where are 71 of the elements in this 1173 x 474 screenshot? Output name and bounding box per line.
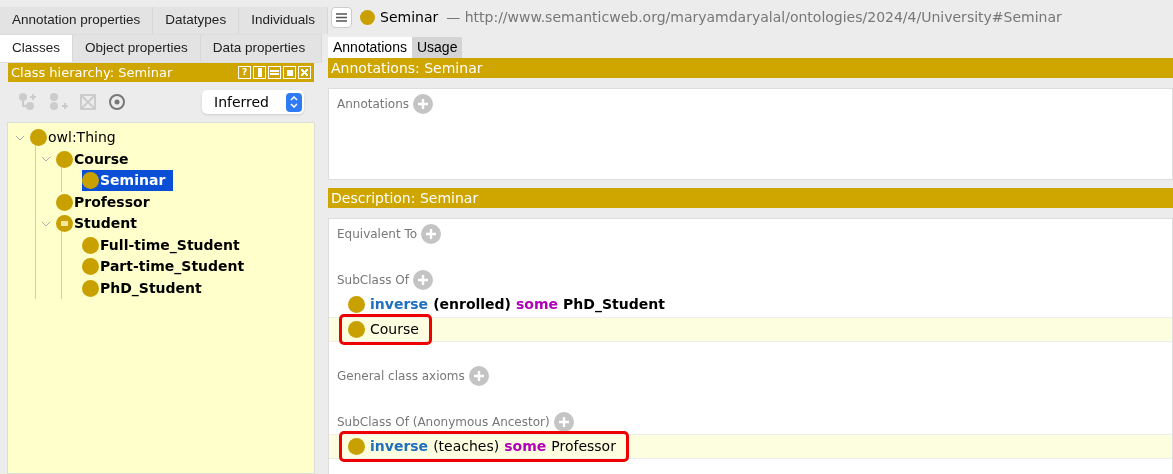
- defined-class-icon: [56, 215, 73, 233]
- tree-item[interactable]: owl:Thing: [30, 127, 124, 149]
- axiom-row[interactable]: Course: [329, 317, 1172, 342]
- tree-item[interactable]: Course: [56, 148, 137, 170]
- section-label: Annotations: [337, 96, 410, 113]
- expand-chevron-icon[interactable]: [41, 156, 51, 163]
- expression-token: PhD_Student: [563, 295, 665, 315]
- class-icon: [348, 438, 365, 455]
- class-icon: [348, 321, 365, 338]
- add-subclass-icon[interactable]: [18, 92, 38, 112]
- tree-item[interactable]: Student: [56, 213, 145, 235]
- entity-iri: — http://www.semanticweb.org/maryamdaryalal/ontologies/2024/4/University#Seminar: [446, 8, 1062, 27]
- axiom-row[interactable]: inverse (enrolled) some PhD_Student: [329, 292, 1172, 317]
- tree-item[interactable]: Full-time_Student: [82, 234, 248, 256]
- expand-chevron-icon[interactable]: [15, 134, 25, 141]
- add-sibling-icon[interactable]: [48, 92, 68, 112]
- class-icon: [82, 236, 99, 254]
- view-button[interactable]: [298, 66, 311, 79]
- expression-token: Course: [370, 320, 419, 339]
- expression-token: some: [516, 295, 559, 314]
- plus-icon: [472, 370, 485, 382]
- tree-item[interactable]: PhD_Student: [82, 277, 210, 299]
- expression-token: Professor: [551, 437, 616, 456]
- class-icon: [360, 10, 375, 25]
- tab[interactable]: Individuals: [239, 7, 328, 34]
- add-button[interactable]: [553, 412, 574, 432]
- panel-title: Annotations: Seminar: [331, 58, 483, 78]
- class-icon: [82, 279, 99, 297]
- tab[interactable]: Classes: [0, 35, 73, 62]
- stepper-icon: [286, 92, 302, 112]
- class-icon: [348, 296, 365, 313]
- section-label: General class axioms: [337, 368, 465, 385]
- class-icon: [82, 258, 99, 276]
- view-button[interactable]: [268, 66, 281, 79]
- view-button[interactable]: [253, 66, 266, 79]
- expression-token: (enrolled): [433, 295, 512, 314]
- view-button[interactable]: [283, 66, 296, 79]
- menu-icon: [336, 13, 347, 22]
- plus-icon: [416, 274, 429, 286]
- tree-item[interactable]: Seminar: [82, 170, 174, 192]
- tab[interactable]: Datatypes: [153, 7, 240, 34]
- panel-title: Description: Seminar: [331, 188, 479, 208]
- tab[interactable]: Annotation properties: [0, 7, 154, 34]
- section-label: Equivalent To: [337, 226, 418, 243]
- plus-icon: [425, 228, 438, 240]
- tree-item[interactable]: Professor: [56, 191, 158, 213]
- tab[interactable]: Usage: [411, 37, 463, 58]
- expression-token: some: [504, 437, 547, 456]
- class-icon: [82, 172, 99, 190]
- class-icon: [56, 150, 73, 168]
- tab[interactable]: Data properties: [200, 35, 322, 62]
- section-label: SubClass Of (Anonymous Ancestor): [337, 414, 550, 431]
- expression-token: inverse: [370, 295, 429, 314]
- target-icon[interactable]: [108, 93, 126, 111]
- panel-title: Class hierarchy: Seminar: [11, 63, 173, 82]
- menu-button[interactable]: [331, 7, 352, 28]
- expression-token: (teaches): [433, 437, 500, 456]
- class-icon: [56, 193, 73, 211]
- expand-chevron-icon[interactable]: [41, 220, 51, 227]
- section-label: SubClass Of: [337, 272, 409, 289]
- view-mode-select[interactable]: Inferred: [202, 90, 304, 114]
- tab[interactable]: Annotations: [328, 37, 412, 58]
- expression-token: inverse: [370, 437, 429, 456]
- axiom-row[interactable]: inverse (teaches) some Professor: [329, 434, 1172, 459]
- class-icon: [30, 129, 47, 147]
- entity-name: Seminar: [380, 8, 439, 27]
- delete-icon[interactable]: [78, 92, 98, 112]
- tree-item[interactable]: Part-time_Student: [82, 256, 253, 278]
- plus-icon: [417, 98, 430, 110]
- plus-icon: [557, 416, 570, 428]
- tab[interactable]: Object properties: [73, 35, 201, 62]
